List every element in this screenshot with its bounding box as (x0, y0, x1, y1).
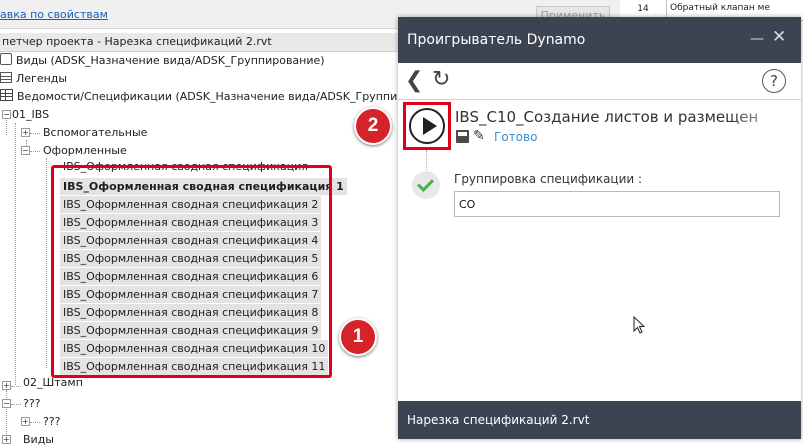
tree-line (15, 123, 16, 385)
tree-line (11, 386, 21, 387)
tree-node-label: 01_IBS (12, 108, 50, 121)
legend-icon (0, 72, 12, 83)
tree-node-schedules[interactable]: Ведомости/Спецификации (ADSK_Назначение … (0, 88, 417, 105)
footer-filename: Нарезка спецификаций 2.rvt (407, 413, 590, 427)
player-title-bar: Проигрыватель Dynamo — ✕ (398, 17, 801, 63)
tree-node-02-stamp[interactable]: 02_Штамп (23, 376, 83, 390)
player-footer: Нарезка спецификаций 2.rvt (398, 401, 801, 439)
minimize-icon[interactable]: — (750, 31, 764, 47)
tree-node-legends[interactable]: Легенды (0, 70, 67, 87)
expand-toggle[interactable]: + (2, 435, 11, 444)
tree-node-label: ??? (43, 415, 61, 428)
player-toolbar: ❮ ↻ ? (398, 63, 801, 100)
grouping-input[interactable] (454, 191, 780, 217)
table-row-number: 14 (620, 0, 667, 18)
pencil-icon[interactable]: ✎ (473, 128, 485, 144)
tree-node-label: 02_Штамп (23, 376, 83, 389)
save-icon[interactable] (456, 130, 469, 143)
tree-node-label: Ведомости/Спецификации (ADSK_Назначение … (17, 90, 418, 103)
tree-node-label: ??? (23, 397, 41, 410)
expand-toggle[interactable]: + (21, 417, 30, 426)
help-icon[interactable]: ? (762, 69, 786, 93)
connector-line (426, 150, 427, 170)
collapse-toggle[interactable]: − (2, 399, 11, 408)
close-icon[interactable]: ✕ (772, 27, 786, 47)
tree-node-01-ibs[interactable]: 01_IBS (12, 106, 49, 123)
tree-line (30, 422, 40, 423)
collapse-toggle[interactable]: − (2, 110, 11, 119)
tree-node-label: Легенды (16, 72, 68, 85)
refresh-icon[interactable]: ↻ (432, 67, 450, 93)
script-status: Готово (494, 130, 538, 144)
tree-line (30, 133, 40, 134)
project-browser-title: петчер проекта - Нарезка спецификаций 2.… (2, 35, 272, 48)
schedule-icon (0, 89, 13, 101)
tree-node-views[interactable]: Виды (ADSK_Назначение вида/ADSK_Группиро… (0, 52, 325, 69)
table-row-text: Обратный клапан ме (670, 3, 770, 13)
schedules-highlight-box (51, 165, 332, 378)
checkmark-icon (412, 171, 440, 199)
play-icon (409, 108, 445, 144)
expand-toggle[interactable]: + (2, 381, 11, 390)
tree-node-auxiliary[interactable]: Вспомогательные (43, 124, 147, 141)
tree-node-unknown-child[interactable]: ??? (43, 413, 61, 430)
back-arrow-icon[interactable]: ❮ (405, 68, 423, 94)
player-title: Проигрыватель Dynamo (407, 32, 586, 48)
tree-node-formatted[interactable]: Оформленные (43, 142, 127, 159)
step-1-badge: 1 (339, 318, 377, 356)
tree-node-unknown[interactable]: ??? (23, 395, 41, 412)
dynamo-player-window: Проигрыватель Dynamo — ✕ ❮ ↻ ? IBS_C10_С… (398, 17, 801, 439)
collapse-toggle[interactable]: − (21, 146, 30, 155)
properties-help-link[interactable]: авка по свойствам (0, 8, 108, 21)
tree-node-label: Виды (23, 433, 54, 446)
tree-line (30, 151, 40, 152)
step-2-badge: 2 (354, 107, 392, 145)
run-script-button[interactable] (403, 102, 451, 150)
tree-node-label: Виды (ADSK_Назначение вида/ADSK_Группиро… (16, 54, 325, 67)
mouse-cursor-icon (633, 316, 646, 334)
tree-node-label: Вспомогательные (43, 126, 148, 139)
views-icon (0, 53, 12, 65)
input-label: Группировка спецификации : (454, 172, 643, 186)
tree-node-views-bottom[interactable]: Виды (23, 431, 54, 448)
tree-node-label: Оформленные (43, 144, 127, 157)
expand-toggle[interactable]: + (21, 128, 30, 137)
tree-line (46, 158, 47, 368)
tree-line (11, 404, 21, 405)
